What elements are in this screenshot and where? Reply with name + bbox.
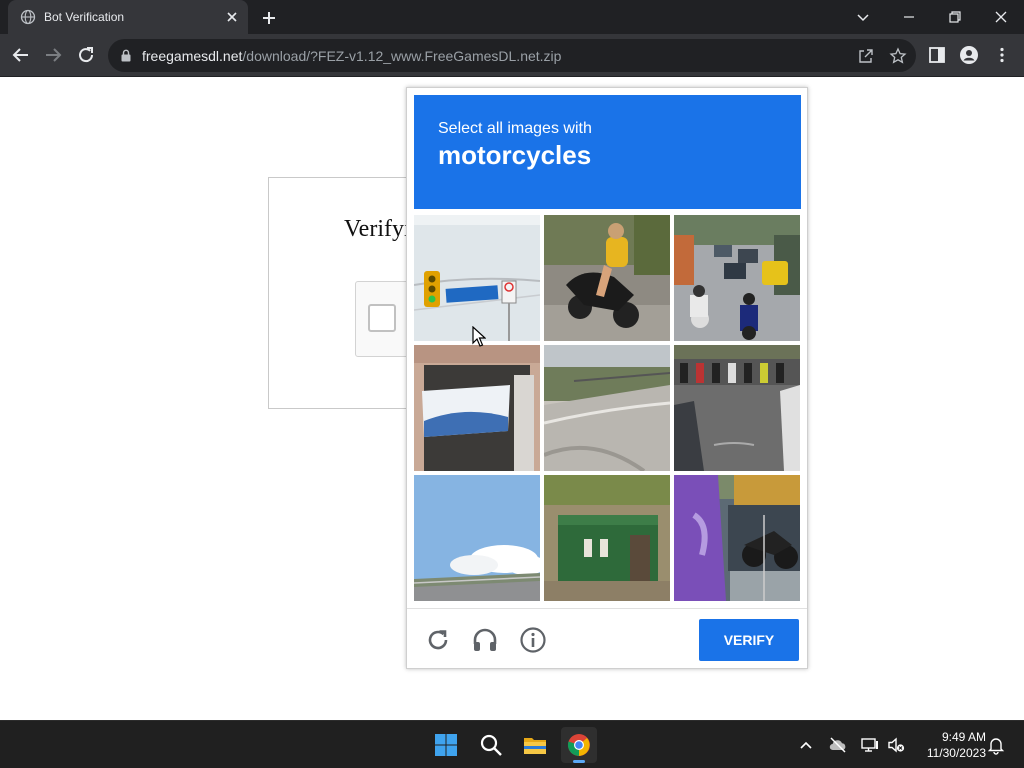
taskbar-search-button[interactable] xyxy=(473,727,509,763)
back-arrow-icon[interactable] xyxy=(10,44,32,66)
captcha-tile-5[interactable] xyxy=(544,345,670,471)
speaker-muted-icon[interactable] xyxy=(886,735,906,755)
bookmark-star-icon[interactable] xyxy=(889,47,907,65)
info-icon[interactable] xyxy=(519,626,547,654)
captcha-header: Select all images with motorcycles xyxy=(414,95,801,209)
motorcycle-rider-image xyxy=(544,215,670,341)
sky-highway-image xyxy=(414,475,540,601)
captcha-tile-1[interactable] xyxy=(414,215,540,341)
chevron-up-icon[interactable] xyxy=(796,735,816,755)
traffic-light-image xyxy=(414,215,540,341)
cloud-off-icon[interactable] xyxy=(828,735,848,755)
kebab-menu-icon[interactable] xyxy=(992,45,1012,65)
parked-motorcycles-image xyxy=(674,345,800,471)
search-icon xyxy=(480,734,502,756)
restore-icon[interactable] xyxy=(944,6,966,28)
profile-icon[interactable] xyxy=(959,45,979,65)
minimize-icon[interactable] xyxy=(898,6,920,28)
close-icon[interactable] xyxy=(224,9,240,25)
headphones-icon[interactable] xyxy=(471,626,499,654)
windows-taskbar: 9:49 AM 11/30/2023 xyxy=(0,720,1024,768)
captcha-tile-6[interactable] xyxy=(674,345,800,471)
captcha-challenge: Select all images with motorcycles VERIF… xyxy=(406,87,808,669)
captcha-tile-4[interactable] xyxy=(414,345,540,471)
window-close-icon[interactable] xyxy=(990,6,1012,28)
captcha-checkbox[interactable] xyxy=(368,304,396,332)
browser-toolbar: freegamesdl.net/download/?FEZ-v1.12_www.… xyxy=(0,34,1024,77)
motorcycle-banner-image xyxy=(674,475,800,601)
active-app-indicator xyxy=(573,760,585,763)
clock-date: 11/30/2023 xyxy=(926,746,986,760)
captcha-target: motorcycles xyxy=(438,140,592,170)
url-path: /download/?FEZ-v1.12_www.FreeGamesDL.net… xyxy=(242,48,562,64)
taskbar-file-explorer[interactable] xyxy=(517,727,553,763)
captcha-tile-8[interactable] xyxy=(544,475,670,601)
street-traffic-image xyxy=(674,215,800,341)
verify-button[interactable]: VERIFY xyxy=(699,619,799,661)
url-text[interactable]: freegamesdl.net/download/?FEZ-v1.12_www.… xyxy=(142,48,561,64)
windows-logo-icon xyxy=(435,734,457,756)
lock-icon[interactable] xyxy=(120,49,132,62)
captcha-instruction: Select all images with xyxy=(438,120,592,137)
browser-tab[interactable]: Bot Verification xyxy=(8,0,248,34)
captcha-tile-7[interactable] xyxy=(414,475,540,601)
road-fence-image xyxy=(544,345,670,471)
notification-bell-icon[interactable] xyxy=(986,735,1006,755)
tab-title: Bot Verification xyxy=(44,10,125,24)
folder-icon xyxy=(524,738,546,754)
captcha-tile-2[interactable] xyxy=(544,215,670,341)
url-host: freegamesdl.net xyxy=(142,48,243,64)
captcha-tile-3[interactable] xyxy=(674,215,800,341)
address-bar[interactable]: freegamesdl.net/download/?FEZ-v1.12_www.… xyxy=(108,39,916,72)
captcha-tile-9[interactable] xyxy=(674,475,800,601)
clock-time: 9:49 AM xyxy=(941,730,986,744)
taskbar-chrome[interactable] xyxy=(561,727,597,763)
captcha-footer: VERIFY xyxy=(407,608,807,669)
green-building-image xyxy=(544,475,670,601)
start-button[interactable] xyxy=(428,727,464,763)
forward-arrow-icon[interactable] xyxy=(42,44,64,66)
globe-icon xyxy=(20,9,36,25)
refresh-icon[interactable] xyxy=(424,626,452,654)
chrome-icon xyxy=(567,734,590,756)
banner-building-image xyxy=(414,345,540,471)
share-icon[interactable] xyxy=(857,47,875,65)
network-icon[interactable] xyxy=(860,735,880,755)
taskbar-clock[interactable]: 9:49 AM 11/30/2023 xyxy=(912,729,986,761)
side-panel-icon[interactable] xyxy=(927,45,947,65)
reload-icon[interactable] xyxy=(75,44,97,66)
browser-tab-bar: Bot Verification xyxy=(0,0,1024,34)
new-tab-plus-icon[interactable] xyxy=(260,9,278,27)
mouse-cursor-icon xyxy=(472,326,486,347)
chevron-down-icon[interactable] xyxy=(852,6,874,28)
